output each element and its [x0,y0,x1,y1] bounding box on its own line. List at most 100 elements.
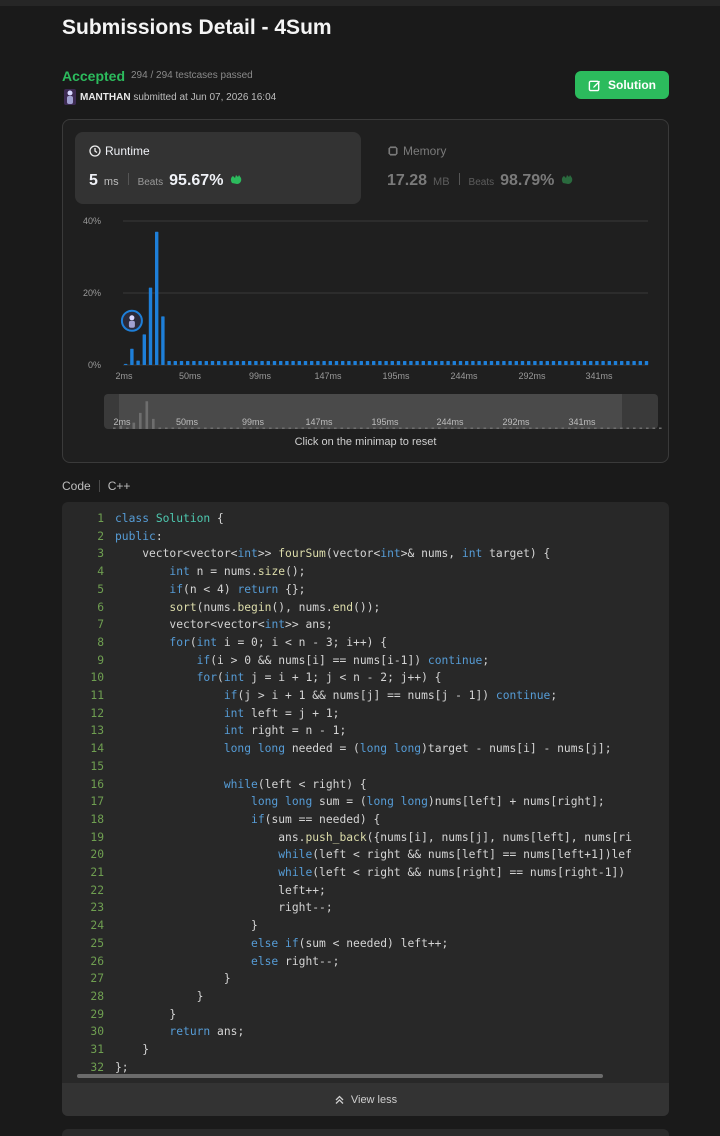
chart-bar[interactable] [514,361,518,365]
chart-bar[interactable] [427,361,432,365]
chart-bar[interactable] [558,361,562,365]
chart-bar[interactable] [248,361,252,365]
chart-bar[interactable] [341,361,345,365]
chart-bar[interactable] [322,361,326,365]
runtime-distribution-chart[interactable]: 40% 20% 0% 2ms 50ms 99ms 147ms 195ms 244ms 292ms 3… [63,210,668,435]
chart-bar[interactable] [316,361,320,365]
chart-bar[interactable] [440,361,444,365]
chart-bar[interactable] [179,361,184,365]
chart-bar[interactable] [254,361,258,365]
chart-bar[interactable] [421,361,425,365]
code-token: while [223,777,258,791]
chart-bar[interactable] [223,361,227,365]
divider [98,480,100,492]
view-less-button[interactable]: View less [62,1083,669,1116]
chart-bar[interactable] [539,361,543,365]
clap-icon [562,175,573,184]
chart-bar[interactable] [632,361,636,365]
chart-bar[interactable] [483,361,487,365]
chart-bar[interactable] [142,334,146,365]
chart-bar[interactable] [279,361,283,365]
chart-bar[interactable] [198,361,202,365]
chart-bar[interactable] [297,361,301,365]
chart-bar[interactable] [601,361,605,365]
chart-bar[interactable] [124,363,128,365]
chart-bar[interactable] [613,361,618,365]
chart-bar[interactable] [204,361,208,365]
chart-bar[interactable] [396,361,401,365]
chart-bar[interactable] [186,361,190,365]
chart-bar[interactable] [192,361,196,365]
chart-bar[interactable] [638,361,642,365]
avatar[interactable] [64,89,76,105]
chart-bar[interactable] [570,361,574,365]
chart-bar[interactable] [328,361,332,365]
chart-bar[interactable] [241,361,246,365]
chart-bar[interactable] [409,361,413,365]
chart-bar[interactable] [471,361,475,365]
chart-bar[interactable] [359,361,363,365]
chart-bar[interactable] [384,361,388,365]
chart-bar[interactable] [136,360,140,365]
chart-bar[interactable] [564,361,568,365]
solution-button[interactable]: Solution [575,71,669,99]
chart-bar[interactable] [620,361,624,365]
chart-bar[interactable] [161,316,165,365]
chart-bar[interactable] [285,361,289,365]
chart-bar[interactable] [266,361,270,365]
chart-bar[interactable] [477,361,481,365]
chart-bar[interactable] [155,231,159,365]
chart-bar[interactable] [520,361,525,365]
memory-card[interactable]: Memory 17.28 MB Beats 98.79% [373,132,659,204]
code-token: ; [550,689,558,702]
code-line: } [115,972,231,985]
chart-bar[interactable] [489,361,494,365]
chart-bar[interactable] [365,361,370,365]
chart-bar[interactable] [576,361,580,365]
chart-bar[interactable] [465,361,469,365]
chart-bar[interactable] [372,361,376,365]
chart-bar[interactable] [458,361,463,365]
chart-bar[interactable] [403,361,407,365]
chart-bar[interactable] [496,361,500,365]
chart-bar[interactable] [378,361,382,365]
chart-bar[interactable] [527,361,531,365]
chart-bar[interactable] [434,361,438,365]
chart-bar[interactable] [390,361,394,365]
username[interactable]: MANTHAN [80,92,131,103]
chart-bar[interactable] [415,361,419,365]
chart-bar[interactable] [446,361,450,365]
chart-bar[interactable] [217,361,221,365]
runtime-card[interactable]: Runtime 5 ms Beats 95.67% [75,132,361,204]
chart-bar[interactable] [347,361,351,365]
chart-bar[interactable] [452,361,456,365]
horizontal-scrollbar[interactable] [77,1074,603,1078]
chart-bar[interactable] [173,361,177,365]
chart-bar[interactable] [545,361,549,365]
chart-bar[interactable] [502,361,506,365]
chart-bar[interactable] [303,361,308,365]
chart-bar[interactable] [626,361,630,365]
chart-bar[interactable] [291,361,295,365]
chart-bar[interactable] [582,361,587,365]
chart-bar[interactable] [353,361,357,365]
chart-bar[interactable] [310,361,314,365]
chart-bar[interactable] [130,348,134,365]
chart-bar[interactable] [595,361,599,365]
chart-bar[interactable] [260,361,264,365]
code-viewer[interactable]: 1 class Solution {2 public: 3 vector<vector… [62,502,669,1116]
chart-bar[interactable] [229,361,233,365]
chart-bar[interactable] [508,361,512,365]
chart-bar[interactable] [272,361,277,365]
chart-bar[interactable] [533,361,537,365]
chart-bar[interactable] [589,361,593,365]
code-area[interactable]: 1 class Solution {2 public: 3 vector<vector… [62,512,669,1084]
chart-bar[interactable] [167,361,171,365]
chart-bar[interactable] [551,361,556,365]
chart-bar[interactable] [148,287,153,365]
chart-bar[interactable] [607,361,611,365]
chart-bar[interactable] [235,361,239,365]
chart-bar[interactable] [210,361,215,365]
chart-bar[interactable] [334,361,339,365]
chart-bar[interactable] [644,361,649,365]
